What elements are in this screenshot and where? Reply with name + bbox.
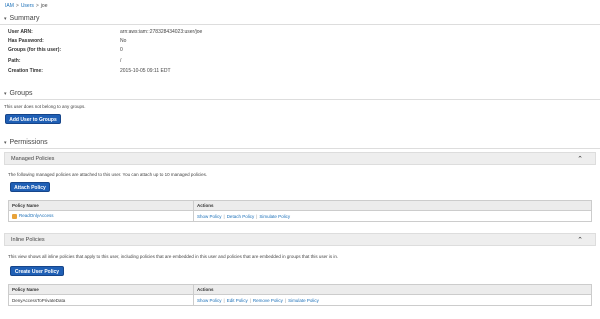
managed-policies-title: Managed Policies — [11, 156, 55, 162]
policy-name-link[interactable]: ReadOnlyAccess — [19, 213, 54, 218]
column-header: Actions — [193, 200, 592, 211]
table-header-row: Policy Name Actions — [8, 200, 592, 211]
creation-time-value: 2015-10-05 09:11 EDT — [120, 68, 171, 74]
groups-empty-message: This user does not belong to any groups. — [4, 104, 86, 109]
policy-name-cell: DenyAccessToPrivateData — [8, 294, 194, 306]
divider — [0, 99, 600, 100]
permissions-section-toggle[interactable]: ▾ Permissions — [4, 139, 48, 146]
table-row: ReadOnlyAccess Show Policy | Detach Policy… — [8, 210, 592, 222]
add-user-to-groups-button[interactable]: Add User to Groups — [5, 114, 61, 124]
managed-policies-note: The following managed policies are attac… — [8, 172, 208, 177]
user-arn-label: User ARN: — [8, 29, 33, 35]
groups-section-toggle[interactable]: ▾ Groups — [4, 90, 32, 97]
path-label: Path: — [8, 58, 21, 64]
breadcrumb-current: joe — [40, 3, 48, 9]
breadcrumb-separator: > — [35, 3, 39, 9]
user-arn-value: arn:aws:iam::278328434023:user/joe — [120, 29, 203, 35]
caret-down-icon: ▾ — [4, 16, 7, 22]
breadcrumb: IAM > Users > joe — [5, 3, 47, 9]
create-user-policy-button[interactable]: Create User Policy — [10, 266, 64, 276]
has-password-value: No — [120, 38, 127, 44]
summary-heading: Summary — [9, 15, 40, 22]
breadcrumb-users-link[interactable]: Users — [21, 3, 34, 9]
groups-count-label: Groups (for this user): — [8, 47, 62, 53]
caret-down-icon: ▾ — [4, 91, 7, 97]
groups-heading: Groups — [9, 90, 33, 97]
divider — [0, 24, 600, 25]
creation-time-label: Creation Time: — [8, 68, 43, 74]
breadcrumb-separator: > — [15, 3, 19, 9]
column-header: Policy Name — [8, 284, 194, 295]
managed-policies-table: Policy Name Actions ReadOnlyAccess Show … — [8, 200, 592, 222]
inline-policies-header[interactable]: Inline Policies ⌃ — [4, 233, 596, 246]
breadcrumb-iam-link[interactable]: IAM — [5, 3, 14, 9]
path-value: / — [120, 58, 122, 64]
divider — [0, 148, 600, 149]
table-row: DenyAccessToPrivateData Show Policy | Edit… — [8, 294, 592, 306]
has-password-label: Has Password: — [8, 38, 44, 44]
simulate-policy-link[interactable]: Simulate Policy — [259, 214, 290, 219]
groups-count-value: 0 — [120, 47, 123, 53]
chevron-up-icon[interactable]: ⌃ — [577, 236, 583, 244]
simulate-policy-link[interactable]: Simulate Policy — [288, 298, 319, 303]
remove-policy-link[interactable]: Remove Policy — [253, 298, 283, 303]
edit-policy-link[interactable]: Edit Policy — [227, 298, 248, 303]
policy-name-cell: ReadOnlyAccess — [8, 210, 194, 222]
table-header-row: Policy Name Actions — [8, 284, 592, 295]
show-policy-link[interactable]: Show Policy — [197, 298, 222, 303]
inline-policies-title: Inline Policies — [11, 237, 45, 243]
inline-policies-table: Policy Name Actions DenyAccessToPrivateD… — [8, 284, 592, 306]
column-header: Policy Name — [8, 200, 194, 211]
policy-actions-cell: Show Policy | Detach Policy | Simulate Polic… — [193, 210, 592, 222]
show-policy-link[interactable]: Show Policy — [197, 214, 222, 219]
permissions-heading: Permissions — [9, 139, 48, 146]
managed-policies-header[interactable]: Managed Policies ⌃ — [4, 152, 596, 165]
inline-policies-note: This view shows all inline policies that… — [8, 254, 339, 259]
managed-policy-icon — [12, 213, 17, 219]
chevron-up-icon[interactable]: ⌃ — [577, 155, 583, 163]
caret-down-icon: ▾ — [4, 140, 7, 146]
policy-actions-cell: Show Policy | Edit Policy | Remove Policy | Si… — [193, 294, 592, 306]
summary-section-toggle[interactable]: ▾ Summary — [4, 15, 39, 22]
attach-policy-button[interactable]: Attach Policy — [10, 182, 50, 192]
detach-policy-link[interactable]: Detach Policy — [227, 214, 255, 219]
column-header: Actions — [193, 284, 592, 295]
